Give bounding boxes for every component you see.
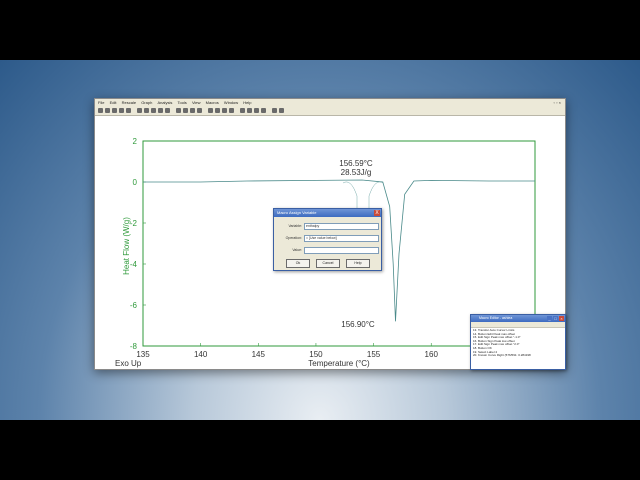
label-icon[interactable] [215, 108, 220, 113]
report-icon[interactable] [279, 108, 284, 113]
print-icon[interactable] [112, 108, 117, 113]
peak-temperature-label: 156.90°C [341, 320, 375, 329]
cancel-button[interactable]: Cancel [316, 259, 340, 268]
macro-window-controls[interactable]: _ □ × [546, 316, 564, 323]
scale-icon[interactable] [165, 108, 170, 113]
macro-stop-icon[interactable] [254, 108, 259, 113]
macro-record-icon[interactable] [240, 108, 245, 113]
x-tick-label: 155 [367, 350, 381, 359]
x-axis-ticks: 135140145150155160165 [136, 343, 496, 359]
menu-view[interactable]: View [192, 100, 201, 105]
y-tick-label: 0 [133, 178, 138, 187]
menu-file[interactable]: File [98, 100, 104, 105]
variable-label: Variable: [288, 224, 302, 228]
menu-rescale[interactable]: Rescale [122, 100, 136, 105]
ok-button[interactable]: Ok [286, 259, 310, 268]
y-axis-label: Heat Flow (W/g) [122, 217, 131, 275]
x-tick-label: 145 [252, 350, 266, 359]
operation-label: Operation: [285, 236, 302, 240]
y-tick-label: -2 [130, 219, 138, 228]
paste-icon[interactable] [126, 108, 131, 113]
operation-select[interactable]: = [Use value below] [304, 235, 379, 242]
exo-up-label: Exo Up [115, 359, 142, 368]
window-controls[interactable]: ▫ ▫ × [554, 99, 561, 106]
maximize-icon: □ [553, 316, 558, 321]
legend-icon[interactable] [158, 108, 163, 113]
cursor-icon[interactable] [208, 108, 213, 113]
x-axis-label: Temperature (°C) [308, 359, 370, 368]
zoom-icon[interactable] [144, 108, 149, 113]
signal-icon[interactable] [197, 108, 202, 113]
x-tick-label: 140 [194, 350, 208, 359]
menu-help[interactable]: Help [243, 100, 251, 105]
table-icon[interactable] [272, 108, 277, 113]
value-field[interactable] [304, 247, 379, 254]
arrow-icon[interactable] [222, 108, 227, 113]
close-icon: × [559, 316, 564, 321]
grid-icon[interactable] [151, 108, 156, 113]
peak-icon[interactable] [190, 108, 195, 113]
onset-temperature-label: 156.59°C [339, 159, 373, 168]
x-tick-label: 150 [309, 350, 323, 359]
menu-graph[interactable]: Graph [141, 100, 152, 105]
macro-assign-variable-dialog: Macro Assign Variable X Variable: enthal… [273, 208, 382, 271]
undo-icon[interactable] [137, 108, 142, 113]
menu-tools[interactable]: Tools [177, 100, 186, 105]
macro-line[interactable]: 20. Known Curve Right (576/591: 0.284198 [473, 354, 563, 358]
macro-editor-title: Macro Editor - ashiea _ □ × [471, 315, 565, 322]
x-tick-label: 135 [136, 350, 150, 359]
integrate-icon[interactable] [176, 108, 181, 113]
y-tick-label: -6 [130, 301, 138, 310]
dialog-title: Macro Assign Variable [274, 209, 381, 217]
y-tick-label: -4 [130, 260, 138, 269]
menu-window[interactable]: Window [224, 100, 238, 105]
copy-icon[interactable] [119, 108, 124, 113]
y-tick-label: 2 [133, 137, 138, 146]
menu-bar: File Edit Rescale Graph Analysis Tools V… [95, 99, 565, 106]
variable-field[interactable]: enthalpy [304, 223, 379, 230]
macro-play-icon[interactable] [247, 108, 252, 113]
toolbar [95, 106, 565, 116]
y-tick-label: -8 [130, 342, 138, 351]
text-icon[interactable] [229, 108, 234, 113]
save-icon[interactable] [105, 108, 110, 113]
onset-icon[interactable] [183, 108, 188, 113]
value-label: Value: [292, 248, 302, 252]
menu-macros[interactable]: Macros [206, 100, 219, 105]
menu-analysis[interactable]: Analysis [157, 100, 172, 105]
x-tick-label: 160 [425, 350, 439, 359]
open-icon[interactable] [98, 108, 103, 113]
y-axis-ticks: 2 0 -2 -4 -6 -8 [130, 137, 146, 351]
macro-step-list[interactable]: 13. Transfer Auto Cursor Limits 14. Butt… [471, 328, 565, 359]
enthalpy-label: 28.53J/g [341, 168, 372, 177]
help-button[interactable]: Help [346, 259, 370, 268]
macro-editor-window: Macro Editor - ashiea _ □ × 13. Transfer A… [470, 314, 566, 370]
dialog-close-icon[interactable]: X [374, 210, 380, 216]
menu-edit[interactable]: Edit [110, 100, 117, 105]
macro-step-icon[interactable] [261, 108, 266, 113]
minimize-icon: _ [547, 316, 552, 321]
